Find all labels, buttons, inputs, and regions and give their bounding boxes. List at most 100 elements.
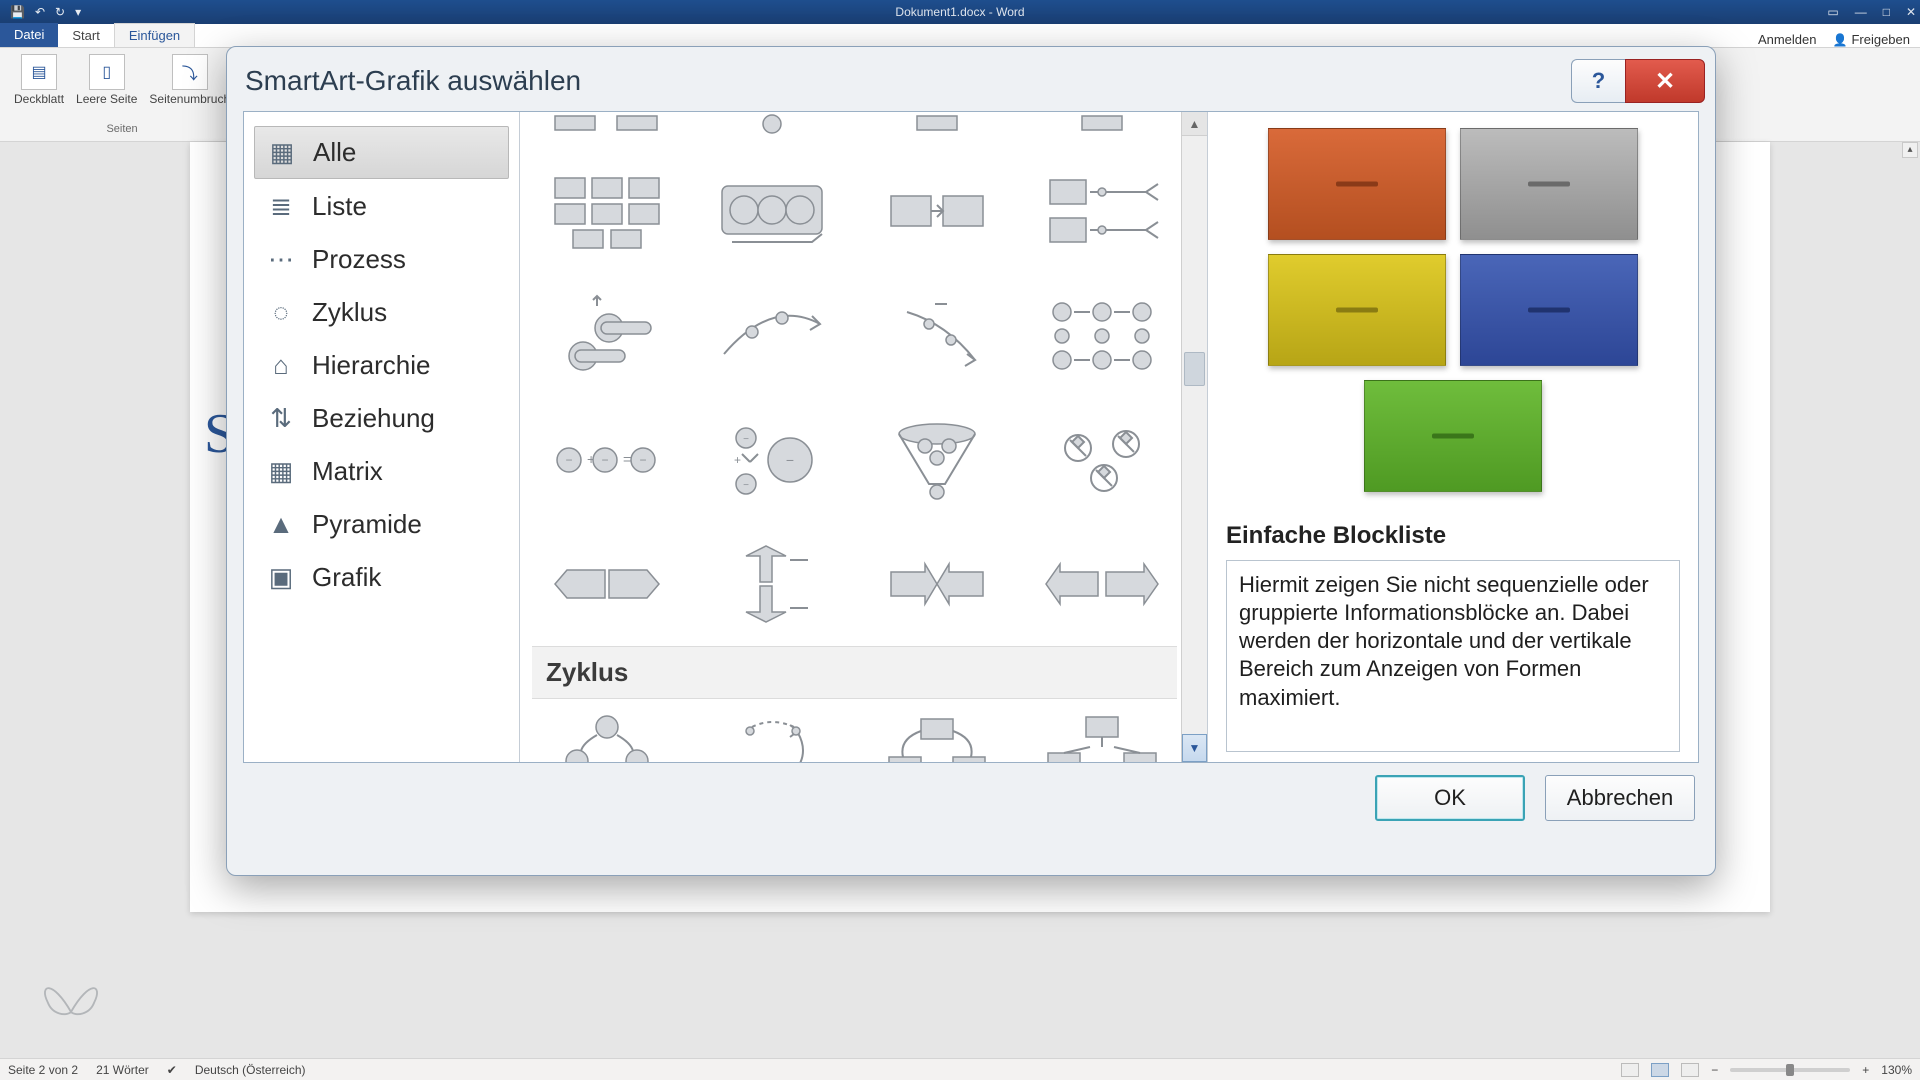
blank-page-button[interactable]: ▯ Leere Seite xyxy=(76,54,137,106)
category-label: Liste xyxy=(312,191,367,222)
dialog-help-button[interactable]: ? xyxy=(1571,59,1625,103)
layout-thumb[interactable] xyxy=(1036,713,1167,762)
window-controls: ▭ — □ ✕ xyxy=(1827,5,1916,19)
doc-scroll-up-icon[interactable]: ▴ xyxy=(1902,142,1918,158)
category-matrix[interactable]: ▦Matrix xyxy=(254,446,509,497)
window-close-icon[interactable]: ✕ xyxy=(1906,5,1916,19)
layout-thumb[interactable] xyxy=(1036,164,1167,260)
layout-thumb[interactable]: −+−=− xyxy=(542,412,673,508)
svg-text:−: − xyxy=(640,453,647,467)
category-label: Pyramide xyxy=(312,509,422,540)
preview-title: Einfache Blockliste xyxy=(1226,522,1680,550)
gallery-scrollbar[interactable]: ▲ ▼ xyxy=(1181,112,1207,762)
gallery-section-header: Zyklus xyxy=(532,646,1177,699)
layout-thumb[interactable] xyxy=(872,536,1003,632)
view-print-layout-icon[interactable] xyxy=(1651,1063,1669,1077)
cancel-button[interactable]: Abbrechen xyxy=(1545,775,1695,821)
tab-insert[interactable]: Einfügen xyxy=(114,23,195,47)
page-break-icon: ⤵ xyxy=(172,54,208,90)
page-break-button[interactable]: ⤵ Seitenumbruch xyxy=(149,54,230,106)
status-word-count[interactable]: 21 Wörter xyxy=(96,1063,149,1077)
category-hierarchy[interactable]: ⌂Hierarchie xyxy=(254,340,509,391)
undo-icon[interactable]: ↶ xyxy=(35,5,45,19)
zoom-slider[interactable] xyxy=(1730,1068,1850,1072)
share-button[interactable]: 👤 Freigeben xyxy=(1833,32,1911,47)
view-web-layout-icon[interactable] xyxy=(1681,1063,1699,1077)
quick-access-toolbar: 💾 ↶ ↻ ▾ xyxy=(0,5,81,19)
maximize-icon[interactable]: □ xyxy=(1883,5,1890,19)
layout-thumb[interactable] xyxy=(542,536,673,632)
view-read-mode-icon[interactable] xyxy=(1621,1063,1639,1077)
ribbon-options-icon[interactable]: ▭ xyxy=(1827,5,1838,19)
dialog-titlebar: SmartArt-Grafik auswählen ? ✕ xyxy=(227,47,1715,111)
dialog-body: ▦Alle ≣Liste ⋯Prozess ◌Zyklus ⌂Hierarchi… xyxy=(243,111,1699,763)
preview-pane: Einfache Blockliste Hiermit zeigen Sie n… xyxy=(1208,112,1698,762)
share-icon: 👤 xyxy=(1833,33,1848,47)
status-language[interactable]: Deutsch (Österreich) xyxy=(195,1063,306,1077)
category-cycle-icon: ◌ xyxy=(266,300,296,326)
category-label: Prozess xyxy=(312,244,406,275)
layout-thumb[interactable]: −+−− xyxy=(707,412,838,508)
cover-page-button[interactable]: ▤ Deckblatt xyxy=(14,54,64,106)
zoom-slider-knob[interactable] xyxy=(1786,1064,1794,1076)
category-process[interactable]: ⋯Prozess xyxy=(254,234,509,285)
category-all[interactable]: ▦Alle xyxy=(254,126,509,179)
zoom-percent[interactable]: 130% xyxy=(1881,1063,1912,1077)
layout-thumb[interactable] xyxy=(707,288,838,384)
svg-text:−: − xyxy=(743,480,749,491)
ok-button[interactable]: OK xyxy=(1375,775,1525,821)
category-cycle[interactable]: ◌Zyklus xyxy=(254,287,509,338)
layout-thumb[interactable] xyxy=(707,713,838,762)
category-relationship-icon: ⇅ xyxy=(266,406,296,432)
preview-block xyxy=(1460,128,1638,240)
layout-thumb[interactable] xyxy=(1036,112,1167,136)
layout-thumb[interactable] xyxy=(542,288,673,384)
redo-icon[interactable]: ↻ xyxy=(55,5,65,19)
category-pyramid[interactable]: ▲Pyramide xyxy=(254,499,509,550)
scroll-up-icon[interactable]: ▲ xyxy=(1182,112,1207,136)
layout-thumb[interactable] xyxy=(1036,412,1167,508)
dialog-title: SmartArt-Grafik auswählen xyxy=(245,65,581,97)
layout-thumb[interactable] xyxy=(707,164,838,260)
tab-start[interactable]: Start xyxy=(58,24,113,47)
layout-thumb[interactable] xyxy=(872,288,1003,384)
layout-thumb[interactable] xyxy=(542,112,673,136)
qat-more-icon[interactable]: ▾ xyxy=(75,5,81,19)
tab-file[interactable]: Datei xyxy=(0,23,58,47)
category-picture[interactable]: ▣Grafik xyxy=(254,552,509,603)
layout-thumb[interactable] xyxy=(872,713,1003,762)
proofing-icon[interactable]: ✔ xyxy=(167,1063,177,1077)
layout-thumb[interactable] xyxy=(872,412,1003,508)
page-break-label: Seitenumbruch xyxy=(149,92,230,106)
layout-gallery: −+−=− −+−− Zyklus xyxy=(520,112,1208,762)
layout-thumb[interactable] xyxy=(1036,536,1167,632)
dialog-close-button[interactable]: ✕ xyxy=(1625,59,1705,103)
category-label: Hierarchie xyxy=(312,350,431,381)
category-picture-icon: ▣ xyxy=(266,565,296,591)
blank-page-icon: ▯ xyxy=(89,54,125,90)
save-icon[interactable]: 💾 xyxy=(10,5,25,19)
sign-in-link[interactable]: Anmelden xyxy=(1758,32,1817,47)
ribbon-tabs: Datei Start Einfügen Anmelden 👤 Freigebe… xyxy=(0,24,1920,48)
close-icon: ✕ xyxy=(1655,67,1675,96)
layout-thumb[interactable] xyxy=(1036,288,1167,384)
status-page[interactable]: Seite 2 von 2 xyxy=(8,1063,78,1077)
scroll-thumb[interactable] xyxy=(1184,352,1205,386)
help-icon: ? xyxy=(1592,68,1605,94)
layout-thumb[interactable] xyxy=(872,164,1003,260)
category-list[interactable]: ≣Liste xyxy=(254,181,509,232)
zoom-out-button[interactable]: − xyxy=(1711,1063,1718,1077)
layout-thumb[interactable] xyxy=(707,536,838,632)
document-title: Dokument1.docx - Word xyxy=(895,5,1024,19)
layout-thumb[interactable] xyxy=(872,112,1003,136)
smartart-dialog: SmartArt-Grafik auswählen ? ✕ ▦Alle ≣Lis… xyxy=(226,46,1716,876)
zoom-in-button[interactable]: + xyxy=(1862,1063,1869,1077)
category-relationship[interactable]: ⇅Beziehung xyxy=(254,393,509,444)
dialog-footer: OK Abbrechen xyxy=(227,775,1715,839)
minimize-icon[interactable]: — xyxy=(1855,5,1867,19)
layout-thumb[interactable] xyxy=(707,112,838,136)
preview-description: Hiermit zeigen Sie nicht sequenzielle od… xyxy=(1226,560,1680,752)
layout-thumb[interactable] xyxy=(542,164,673,260)
scroll-down-icon[interactable]: ▼ xyxy=(1182,734,1207,762)
layout-thumb[interactable] xyxy=(542,713,673,762)
